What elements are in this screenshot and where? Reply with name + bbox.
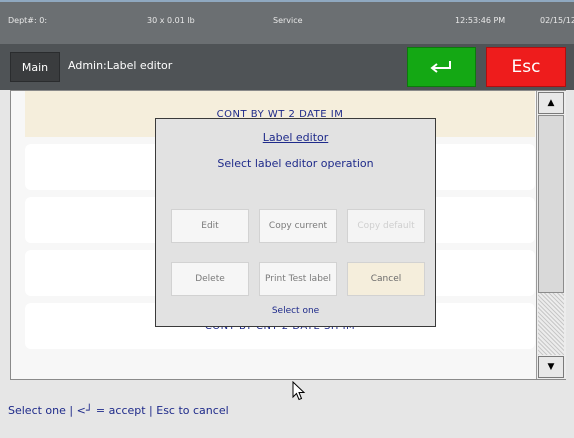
dialog-footer: Select one bbox=[271, 306, 320, 316]
enter-button[interactable] bbox=[407, 47, 476, 87]
copy-default-button[interactable]: Copy default bbox=[347, 209, 425, 243]
enter-arrow-icon bbox=[429, 61, 451, 73]
date-readout: 02/15/12 bbox=[540, 16, 574, 25]
scroll-down-button[interactable]: ▼ bbox=[538, 356, 564, 378]
weight-readout: 30 x 0.01 lb bbox=[147, 16, 195, 25]
mode-readout: Service bbox=[273, 16, 303, 25]
dialog-title: Label editor bbox=[262, 131, 329, 144]
main-button[interactable]: Main bbox=[10, 52, 60, 82]
time-readout: 12:53:46 PM bbox=[455, 16, 506, 25]
arrow-up-icon: ▲ bbox=[547, 98, 555, 108]
scroll-track[interactable] bbox=[538, 293, 564, 355]
scroll-up-button[interactable]: ▲ bbox=[538, 92, 564, 114]
dept-readout: Dept#: 0: bbox=[8, 16, 48, 25]
status-bar: Dept#: 0: 30 x 0.01 lb Service 12:53:46 … bbox=[0, 0, 574, 44]
mouse-pointer-icon bbox=[292, 381, 306, 401]
list-scrollbar[interactable]: ▲ ▼ bbox=[536, 91, 566, 379]
title-bar: Main Admin:Label editor Esc bbox=[0, 44, 574, 90]
page-title: Admin:Label editor bbox=[68, 59, 173, 72]
edit-button[interactable]: Edit bbox=[171, 209, 249, 243]
arrow-down-icon: ▼ bbox=[547, 362, 555, 372]
copy-current-button[interactable]: Copy current bbox=[259, 209, 337, 243]
esc-button[interactable]: Esc bbox=[486, 47, 566, 87]
hint-text: Select one | <┘ = accept | Esc to cancel bbox=[8, 404, 229, 417]
label-editor-dialog: Label editor Select label editor operati… bbox=[155, 118, 436, 327]
dialog-subtitle: Select label editor operation bbox=[217, 157, 374, 170]
delete-button[interactable]: Delete bbox=[171, 262, 249, 296]
scroll-thumb[interactable] bbox=[538, 115, 564, 293]
cancel-button[interactable]: Cancel bbox=[347, 262, 425, 296]
app-window: Dept#: 0: 30 x 0.01 lb Service 12:53:46 … bbox=[0, 0, 574, 438]
print-test-label-button[interactable]: Print Test label bbox=[259, 262, 337, 296]
